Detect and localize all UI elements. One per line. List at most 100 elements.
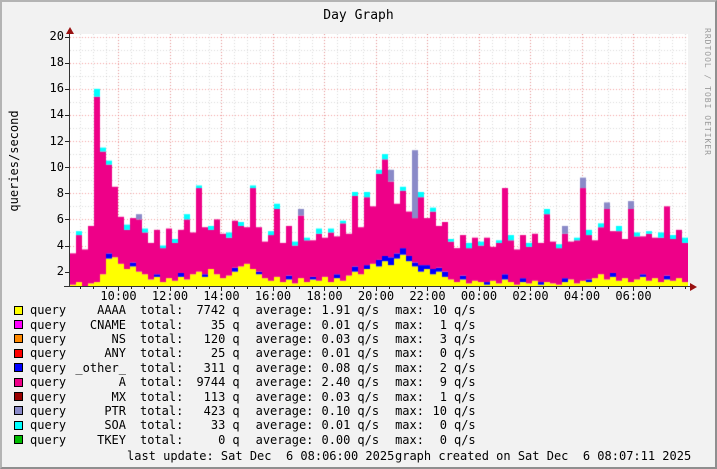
x-tick-label: 02:00 [512,289,549,303]
legend-total-value: 423 [203,403,226,418]
legend-max-label: max: [395,403,424,418]
legend-qs-unit2: q/s [453,432,476,447]
legend-q-unit: q [232,303,240,318]
x-tick-label: 20:00 [357,289,395,303]
legend-total-label: total: [140,346,184,361]
legend-total-value: 25 [210,346,226,361]
legend: query AAAA total: 7742 q average: 1.91 q… [14,303,704,447]
graph-canvas [70,34,688,286]
legend-row: query MX total: 113 q average: 0.03 q/s … [14,389,704,404]
legend-query-type: TKEY [97,432,126,447]
y-tick-label: 10 [49,159,64,174]
legend-swatch-icon [14,377,23,387]
legend-max-label: max: [395,360,424,375]
legend-max-value: 1 [439,389,447,404]
legend-total-value: 7742 [196,303,226,318]
legend-max-value: 3 [439,331,447,346]
legend-qs-unit2: q/s [453,360,476,375]
legend-max-value: 10 [432,303,447,318]
legend-prefix: query [30,375,67,390]
x-tick-label: 14:00 [203,289,240,303]
legend-average-value: 0.01 [321,317,351,332]
legend-total-value: 113 [203,389,226,404]
legend-prefix: query [30,432,67,447]
y-tick-label: 14 [49,107,64,122]
x-tick-label: 16:00 [254,289,292,303]
legend-max-value: 9 [439,375,447,390]
legend-qs-unit2: q/s [453,389,476,404]
legend-query-type: CNAME [89,317,126,332]
rrdtool-watermark: RRDTOOL / TOBI OETIKER [703,28,712,156]
legend-qs-unit: q/s [357,331,380,346]
legend-total-label: total: [140,418,184,433]
legend-max-label: max: [395,389,424,404]
legend-average-label: average: [255,346,314,361]
legend-max-label: max: [395,432,424,447]
legend-average-label: average: [255,317,314,332]
y-tick-label: 18 [49,55,64,70]
legend-max-value: 0 [439,418,447,433]
x-tick-label: 04:00 [563,289,601,303]
legend-q-unit: q [232,432,240,447]
legend-query-type: AAAA [97,303,126,318]
y-axis-label: queries/second [7,110,21,212]
legend-max-value: 0 [439,346,447,361]
legend-row: query CNAME total: 35 q average: 0.01 q/… [14,317,704,332]
legend-total-label: total: [140,317,184,332]
legend-max-label: max: [395,303,424,318]
legend-qs-unit: q/s [357,303,380,318]
x-axis-arrow-icon [690,283,697,291]
legend-query-type: PTR [104,403,126,418]
legend-total-value: 35 [210,317,226,332]
legend-row: query SOA total: 33 q average: 0.01 q/s … [14,418,704,432]
legend-query-type: NS [111,331,126,346]
legend-qs-unit2: q/s [453,303,476,318]
legend-q-unit: q [232,375,240,390]
legend-q-unit: q [232,360,240,375]
legend-average-label: average: [255,303,314,318]
legend-qs-unit: q/s [357,418,380,433]
x-tick-label: 06:00 [615,289,652,303]
legend-average-label: average: [255,432,314,447]
legend-qs-unit: q/s [357,375,380,390]
x-tick-label: 00:00 [460,289,498,303]
legend-query-type: SOA [104,418,126,433]
legend-max-value: 0 [439,432,447,447]
legend-qs-unit: q/s [357,360,380,375]
legend-swatch-icon [14,406,23,416]
legend-swatch-icon [14,392,23,402]
legend-qs-unit2: q/s [453,418,476,433]
legend-average-label: average: [255,331,314,346]
legend-average-value: 2.40 [321,375,351,390]
legend-average-value: 0.03 [321,389,351,404]
legend-row: query ANY total: 25 q average: 0.01 q/s … [14,346,704,360]
legend-average-label: average: [255,360,314,375]
legend-total-label: total: [140,432,184,447]
legend-q-unit: q [232,418,240,433]
legend-max-label: max: [395,346,424,361]
legend-swatch-icon [14,320,23,330]
legend-max-label: max: [395,375,424,390]
legend-qs-unit: q/s [357,432,380,447]
legend-total-value: 9744 [196,375,226,390]
legend-qs-unit2: q/s [453,331,476,346]
legend-total-label: total: [140,360,184,375]
legend-prefix: query [30,331,67,346]
page-title: Day Graph [323,8,394,23]
legend-max-label: max: [395,317,424,332]
y-tick-label: 6 [56,211,64,226]
y-tick-label: 8 [56,185,64,200]
legend-query-type: MX [111,389,126,404]
legend-q-unit: q [232,389,240,404]
legend-average-value: 0.08 [321,360,351,375]
legend-row: query A total: 9744 q average: 2.40 q/s … [14,375,704,389]
legend-max-value: 1 [439,317,447,332]
legend-average-value: 0.00 [321,432,351,447]
legend-prefix: query [30,360,67,375]
legend-prefix: query [30,346,67,361]
legend-qs-unit: q/s [357,403,380,418]
legend-max-value: 10 [432,403,447,418]
legend-total-label: total: [140,403,184,418]
x-tick-label: 10:00 [100,289,137,303]
y-tick-label: 2 [56,264,64,279]
